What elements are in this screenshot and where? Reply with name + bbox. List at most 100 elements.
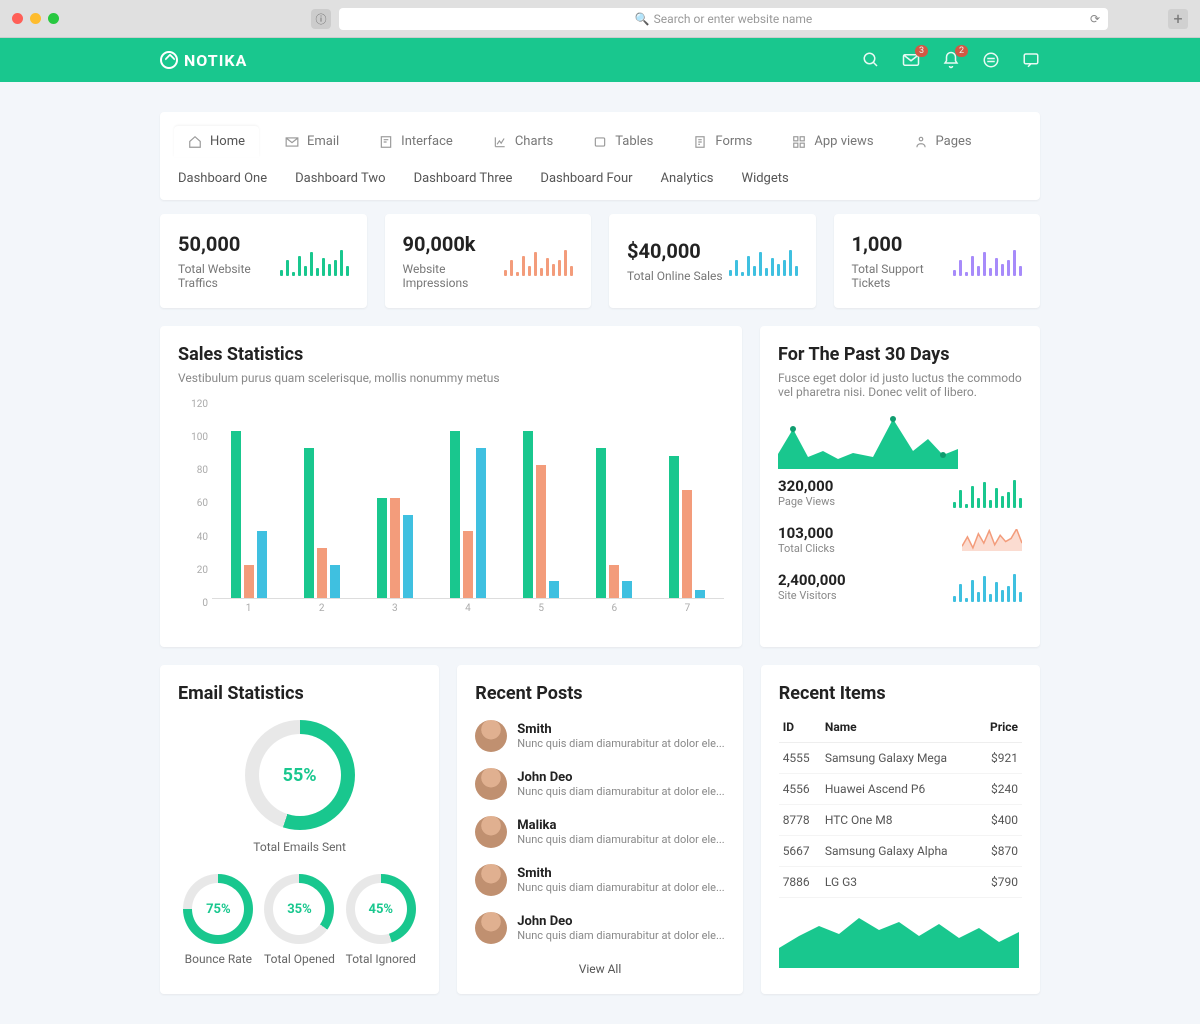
form-icon: [693, 135, 707, 149]
stat-value: 1,000: [852, 232, 954, 256]
stat-card: 1,000Total Support Tickets: [834, 214, 1041, 308]
view-all-button[interactable]: View All: [475, 952, 724, 976]
chat-icon[interactable]: [1022, 51, 1040, 69]
tab-email[interactable]: Email: [271, 126, 353, 157]
maximize-window[interactable]: [48, 13, 59, 24]
table-row[interactable]: 4556Huawei Ascend P6$240: [779, 774, 1022, 805]
recent-posts-card: Recent Posts SmithNunc quis diam diamura…: [457, 665, 742, 994]
email-statistics-card: Email Statistics Total Emails Sent Bounc…: [160, 665, 439, 994]
post-excerpt: Nunc quis diam diamurabitur at dolor ele…: [517, 737, 724, 750]
table-row[interactable]: 7886LG G3$790: [779, 867, 1022, 898]
total-emails-label: Total Emails Sent: [178, 840, 421, 854]
search-icon[interactable]: [862, 51, 880, 69]
past-30-days-card: For The Past 30 Days Fusce eget dolor id…: [760, 326, 1040, 647]
bar: [330, 565, 340, 598]
refresh-icon[interactable]: ⟳: [1090, 12, 1100, 26]
stat-label: Website Impressions: [403, 262, 505, 290]
sparkline: [962, 529, 1022, 551]
edit-icon: [379, 135, 393, 149]
bar: [609, 565, 619, 598]
stat-card: 90,000kWebsite Impressions: [385, 214, 592, 308]
th-name: Name: [821, 712, 979, 743]
stat-value: $40,000: [627, 239, 723, 263]
home-icon: [188, 135, 202, 149]
post-item[interactable]: John DeoNunc quis diam diamurabitur at d…: [475, 760, 724, 808]
recent-items-area-chart: [779, 908, 1019, 968]
mini-donut-label: Bounce Rate: [183, 952, 253, 966]
tab-forms[interactable]: Forms: [679, 126, 766, 157]
past30-metric: 320,000Page Views: [778, 469, 1022, 516]
new-tab-button[interactable]: +: [1168, 9, 1188, 29]
subtab-dashboard-one[interactable]: Dashboard One: [178, 171, 267, 186]
post-author: John Deo: [517, 770, 724, 785]
bar: [244, 565, 254, 598]
table-row[interactable]: 4555Samsung Galaxy Mega$921: [779, 743, 1022, 774]
bar: [622, 581, 632, 598]
page-icon: [914, 135, 928, 149]
brand-text: NOTIKA: [184, 51, 247, 70]
avatar: [475, 864, 507, 896]
bar: [317, 548, 327, 598]
past30-metric: 103,000Total Clicks: [778, 516, 1022, 563]
post-excerpt: Nunc quis diam diamurabitur at dolor ele…: [517, 881, 724, 894]
post-item[interactable]: SmithNunc quis diam diamurabitur at dolo…: [475, 856, 724, 904]
subtab-widgets[interactable]: Widgets: [742, 171, 789, 186]
bell-badge: 2: [955, 45, 968, 57]
stat-card: 50,000 Total Website Traffics: [160, 214, 367, 308]
site-info-icon[interactable]: ⓘ: [311, 9, 331, 29]
bar: [257, 531, 267, 598]
stat-label: Total Website Traffics: [178, 262, 280, 290]
avatar: [475, 816, 507, 848]
bar: [682, 490, 692, 598]
grid-icon: [792, 135, 806, 149]
sparkline: [953, 572, 1022, 602]
bar: [377, 498, 387, 598]
browser-chrome: ⓘ 🔍 Search or enter website name ⟳ +: [0, 0, 1200, 38]
mail-badge: 3: [915, 45, 928, 57]
subtab-dashboard-four[interactable]: Dashboard Four: [540, 171, 632, 186]
brand-logo[interactable]: NOTIKA: [160, 51, 247, 70]
post-author: Smith: [517, 866, 724, 881]
url-placeholder: Search or enter website name: [654, 12, 813, 26]
sparkline: [280, 246, 349, 276]
bell-icon[interactable]: 2: [942, 51, 960, 69]
past30-subtitle: Fusce eget dolor id justo luctus the com…: [778, 371, 1022, 399]
tab-interface[interactable]: Interface: [365, 126, 467, 157]
tab-app-views[interactable]: App views: [778, 126, 887, 157]
bar: [596, 448, 606, 598]
total-emails-donut: [245, 720, 355, 830]
subtab-dashboard-three[interactable]: Dashboard Three: [414, 171, 513, 186]
topbar: NOTIKA 3 2: [0, 38, 1200, 82]
post-excerpt: Nunc quis diam diamurabitur at dolor ele…: [517, 785, 724, 798]
bar: [549, 581, 559, 598]
mini-donut-label: Total Ignored: [346, 952, 416, 966]
task-icon[interactable]: [982, 51, 1000, 69]
bar: [536, 465, 546, 598]
minimize-window[interactable]: [30, 13, 41, 24]
post-item[interactable]: MalikaNunc quis diam diamurabitur at dol…: [475, 808, 724, 856]
tab-tables[interactable]: Tables: [579, 126, 667, 157]
subtab-analytics[interactable]: Analytics: [661, 171, 714, 186]
recent-items-title: Recent Items: [779, 683, 1022, 704]
bar: [390, 498, 400, 598]
tab-pages[interactable]: Pages: [900, 126, 986, 157]
past30-metric: 2,400,000Site Visitors: [778, 563, 1022, 610]
table-row[interactable]: 5667Samsung Galaxy Alpha$870: [779, 836, 1022, 867]
bar: [403, 515, 413, 598]
tab-charts[interactable]: Charts: [479, 126, 567, 157]
tab-home[interactable]: Home: [174, 126, 259, 157]
subtab-dashboard-two[interactable]: Dashboard Two: [295, 171, 385, 186]
sparkline: [953, 246, 1022, 276]
close-window[interactable]: [12, 13, 23, 24]
stat-card: $40,000Total Online Sales: [609, 214, 816, 308]
post-item[interactable]: John DeoNunc quis diam diamurabitur at d…: [475, 904, 724, 952]
stat-value: 50,000: [178, 232, 280, 256]
url-bar[interactable]: ⓘ 🔍 Search or enter website name ⟳: [339, 8, 1108, 30]
mail-icon: [285, 135, 299, 149]
post-item[interactable]: SmithNunc quis diam diamurabitur at dolo…: [475, 712, 724, 760]
bar: [523, 431, 533, 598]
table-row[interactable]: 8778HTC One M8$400: [779, 805, 1022, 836]
mail-icon[interactable]: 3: [902, 51, 920, 69]
chart-icon: [493, 135, 507, 149]
recent-items-table: ID Name Price 4555Samsung Galaxy Mega$92…: [779, 712, 1022, 898]
